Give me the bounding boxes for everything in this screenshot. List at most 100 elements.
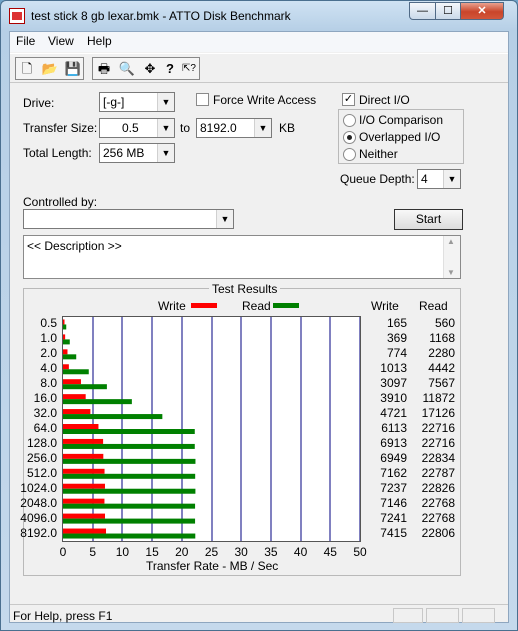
client-area: File View Help 🗋 📂 💾 🖶 🔍 ✥ ? ⇱? Drive: […: [9, 31, 509, 623]
app-icon[interactable]: [9, 8, 25, 24]
chevron-down-icon[interactable]: ▼: [216, 210, 233, 228]
read-bar: [63, 399, 132, 405]
y-tick-label: 8192.0: [20, 525, 57, 540]
write-bar: [63, 528, 107, 534]
read-value: 11872: [422, 391, 455, 406]
read-value: 7567: [428, 376, 455, 391]
read-value: 22768: [421, 510, 455, 525]
read-bar: [63, 354, 77, 360]
neither-label: Neither: [359, 147, 398, 161]
y-tick-label: 2048.0: [20, 495, 57, 510]
transfer-size-label: Transfer Size:: [23, 121, 98, 135]
status-pane-1: [393, 608, 423, 623]
write-bar: [63, 483, 105, 489]
read-bar: [63, 443, 195, 449]
queue-depth-select[interactable]: 4 ▼: [417, 169, 461, 189]
y-tick-label: 16.0: [33, 391, 57, 406]
write-value: 3910: [380, 391, 407, 406]
y-tick-label: 64.0: [33, 421, 57, 435]
y-tick-label: 256.0: [26, 450, 57, 465]
y-tick-label: 0.5: [40, 316, 57, 331]
write-bar: [63, 319, 65, 325]
drive-select[interactable]: [-g-] ▼: [99, 92, 175, 112]
title-bar[interactable]: test stick 8 gb lexar.bmk - ATTO Disk Be…: [1, 1, 517, 31]
chevron-down-icon[interactable]: ▼: [443, 170, 460, 188]
x-tick-label: 20: [175, 545, 189, 559]
toolbar-group-file: 🗋 📂 💾: [15, 57, 84, 80]
chart-svg: [63, 317, 360, 541]
transfer-from-value: 0.5: [122, 121, 139, 135]
force-write-label: Force Write Access: [213, 93, 317, 107]
read-bar: [63, 339, 70, 345]
status-pane-2: [426, 608, 459, 623]
read-value: 22768: [421, 495, 455, 510]
total-length-value: 256 MB: [103, 146, 145, 160]
write-column-header: Write: [371, 299, 399, 313]
print-preview-icon[interactable]: 🔍: [116, 58, 138, 79]
new-icon[interactable]: 🗋: [16, 58, 38, 79]
write-bar: [63, 409, 91, 415]
open-icon[interactable]: 📂: [39, 58, 61, 79]
menu-file[interactable]: File: [16, 34, 35, 48]
drive-value: [-g-]: [103, 95, 125, 109]
x-tick-label: 35: [264, 545, 278, 559]
write-value: 7237: [380, 480, 407, 495]
menu-bar: File View Help: [10, 32, 508, 52]
close-button[interactable]: ✕: [460, 2, 504, 20]
write-bar: [63, 349, 68, 355]
neither-radio[interactable]: [343, 148, 356, 161]
force-write-checkbox[interactable]: [196, 93, 209, 106]
controlled-by-select[interactable]: ▼: [23, 209, 234, 229]
total-length-select[interactable]: 256 MB ▼: [99, 143, 175, 163]
menu-help[interactable]: Help: [87, 34, 112, 48]
read-bar: [63, 369, 89, 375]
print-icon[interactable]: 🖶: [93, 58, 115, 79]
move-icon[interactable]: ✥: [139, 58, 161, 79]
transfer-size-to-select[interactable]: 8192.0 ▼: [196, 118, 272, 138]
y-tick-label: 32.0: [33, 406, 57, 421]
read-bar: [63, 458, 196, 464]
overlapped-io-radio[interactable]: [343, 131, 356, 144]
write-bar: [63, 438, 104, 444]
x-tick-label: 30: [234, 545, 248, 559]
description-textarea[interactable]: << Description >> ▲ ▼: [23, 235, 461, 279]
chevron-down-icon[interactable]: ▼: [157, 93, 174, 111]
read-bar: [63, 488, 196, 494]
write-value: 774: [386, 346, 407, 361]
write-value: 165: [386, 316, 407, 331]
read-bar: [63, 429, 195, 434]
total-length-label: Total Length:: [23, 146, 92, 160]
chevron-down-icon[interactable]: ▼: [157, 119, 174, 137]
write-bar: [63, 498, 105, 504]
status-pane-3: [462, 608, 495, 623]
menu-view[interactable]: View: [48, 34, 74, 48]
write-legend-label: Write: [158, 299, 186, 313]
io-comparison-radio[interactable]: [343, 114, 356, 127]
chevron-down-icon[interactable]: ▼: [254, 119, 271, 137]
x-tick-label: 45: [323, 545, 337, 559]
write-value: 6913: [380, 435, 407, 450]
chevron-down-icon[interactable]: ▼: [157, 144, 174, 162]
controlled-by-label: Controlled by:: [23, 195, 98, 209]
description-scrollbar[interactable]: ▲ ▼: [443, 236, 460, 278]
drive-label: Drive:: [23, 96, 55, 110]
write-value: 1013: [380, 361, 407, 376]
write-value: 6949: [380, 450, 407, 465]
read-value: 22834: [421, 450, 455, 465]
start-button[interactable]: Start: [394, 209, 463, 230]
write-value: 7146: [380, 495, 407, 510]
read-value: 2280: [428, 346, 455, 361]
maximize-button[interactable]: ☐: [435, 2, 461, 20]
save-icon[interactable]: 💾: [62, 58, 84, 79]
read-column-header: Read: [419, 299, 448, 313]
write-bar: [63, 468, 105, 474]
transfer-size-from-select[interactable]: 0.5 ▼: [99, 118, 175, 138]
description-text: << Description >>: [27, 239, 122, 253]
read-value: 22806: [421, 525, 455, 540]
minimize-button[interactable]: —: [409, 2, 436, 20]
context-help-icon[interactable]: ⇱?: [178, 58, 200, 79]
write-bar: [63, 513, 106, 519]
direct-io-checkbox[interactable]: ✓: [342, 93, 355, 106]
queue-depth-value: 4: [421, 172, 428, 186]
x-tick-label: 40: [293, 545, 308, 559]
